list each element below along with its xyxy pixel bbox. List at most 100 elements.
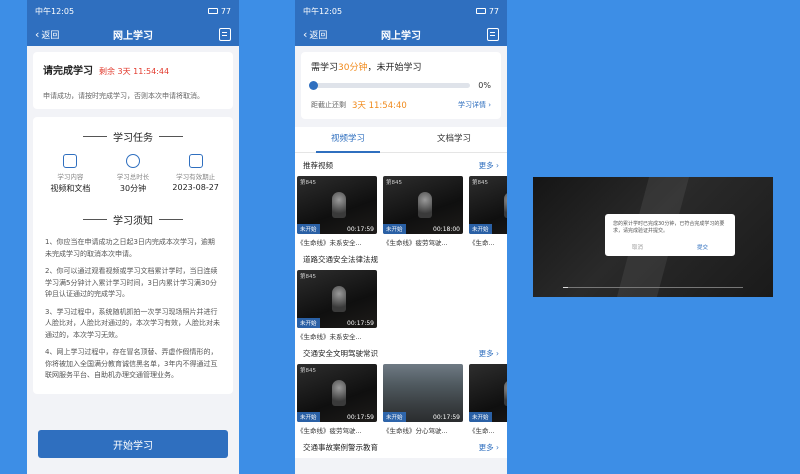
more-link[interactable]: 更多 › [479, 160, 499, 171]
divider [159, 219, 183, 220]
video-duration: 00:17:59 [347, 414, 374, 421]
apply-message: 申请成功，请按时完成学习，否则本次申请将取消。 [43, 92, 204, 100]
document-icon[interactable] [219, 27, 231, 41]
apply-title-row: 请完成学习 剩余 3天 11:54:44 [43, 62, 223, 77]
notice-item: 2、你可以通过观看视频或学习文档累计学时，当日连续学习满5分钟计入累计学习时间，… [45, 267, 218, 298]
signal-icon [207, 8, 218, 14]
video-duration: 00:17:59 [347, 226, 374, 233]
battery-level: 77 [220, 6, 231, 16]
notice-list: 1、你应当在申请成功之日起3日内完成本次学习，逾期未完成学习的取消本次申请。 2… [39, 237, 227, 382]
task-item-deadline: 学习有效期止 2023-08-27 [166, 154, 226, 194]
video-card[interactable]: 第845 未开始 00:17:59 《生命线》未系安全... [297, 270, 377, 341]
video-card[interactable]: 第845 未开始 00:17:59 《生命线》疲劳驾驶... [297, 364, 377, 435]
back-label: 返回 [309, 30, 328, 41]
video-card[interactable]: 未开始00:1 《生命... [469, 364, 507, 435]
video-thumbnail: 第845 未开始 00:17:59 [297, 364, 377, 422]
status-icons: 77 [207, 6, 231, 16]
chevron-left-icon: ‹ [35, 27, 40, 41]
tab-document[interactable]: 文档学习 [401, 127, 507, 152]
episode-number: 第845 [300, 274, 316, 280]
divider [83, 136, 107, 137]
progress-percent: 0% [478, 81, 491, 90]
dialog-cancel-button[interactable]: 取消 [632, 243, 643, 251]
task-label: 学习有效期止 [176, 173, 216, 181]
category-header: 交通事故案例警示教育 更多 › [295, 435, 507, 458]
video-card[interactable]: 第845未开始00:1《生命... [469, 176, 507, 247]
video-title: 《生命线》未系安全... [297, 333, 362, 341]
status-time: 中午12:05 [303, 6, 343, 16]
category-header: 推荐视频 更多 › [295, 153, 507, 176]
video-row: 第845 未开始 00:17:59 《生命线》疲劳驾驶... 未开始 00:17:59 《生… [295, 364, 507, 435]
task-value: 30分钟 [119, 184, 147, 193]
task-card: 学习任务 学习内容 视频和文档 学习总时长 30分钟 学习有效期止 2023-0… [33, 117, 233, 394]
divider [83, 219, 107, 220]
dialog-message: 您的累计学时已完成30分钟，已符合完成学习的要求，请完成验证并提交。 [613, 221, 725, 234]
task-label: 学习内容 [57, 173, 84, 181]
completion-dialog: 您的累计学时已完成30分钟，已符合完成学习的要求，请完成验证并提交。 取消 提交 [605, 214, 735, 256]
back-button[interactable]: ‹ 返回 [303, 28, 327, 41]
thumbnail-figure [332, 286, 346, 312]
category-header: 交通安全文明驾驶常识 更多 › [295, 341, 507, 364]
status-icons: 77 [475, 6, 499, 16]
video-title: 《生命线》未系安全... [297, 239, 362, 247]
thumbnail-figure [504, 192, 507, 218]
progress-title: 需学习30分钟，未开始学习 [311, 60, 491, 73]
video-row: 第845 未开始 00:17:59 《生命线》未系安全... 第845 未开始 00:18:… [295, 176, 507, 247]
category-title: 交通事故案例警示教育 [303, 443, 378, 452]
more-link[interactable]: 更多 › [479, 442, 499, 453]
status-badge: 未开始 [469, 412, 492, 422]
thumbnail-figure [332, 380, 346, 406]
category-title: 推荐视频 [303, 161, 333, 170]
video-seek-bar[interactable] [563, 286, 743, 288]
video-duration: 00:18:00 [433, 226, 460, 233]
video-thumbnail: 第845 未开始 00:18:00 [383, 176, 463, 234]
category-title: 交通安全文明驾驶常识 [303, 349, 378, 358]
tab-bar: 视频学习 文档学习 [295, 127, 507, 153]
video-card[interactable]: 未开始 00:17:59 《生命线》分心驾驶... [383, 364, 463, 435]
deadline-row: 距截止还剩 3天 11:54:40 学习详情 › [311, 99, 491, 111]
nav-bar: ‹ 返回 网上学习 [295, 22, 507, 46]
episode-number: 第845 [386, 180, 402, 186]
video-thumbnail: 第845 未开始 00:17:59 [297, 270, 377, 328]
video-thumbnail: 第845 未开始 00:17:59 [297, 176, 377, 234]
video-card[interactable]: 第845 未开始 00:18:00 《生命线》疲劳驾驶... [383, 176, 463, 247]
calendar-icon [188, 154, 203, 168]
video-played [563, 286, 569, 288]
video-duration: 00:17:59 [347, 320, 374, 327]
nav-bar: ‹ 返回 网上学习 [27, 22, 239, 46]
status-badge: 未开始 [469, 224, 492, 234]
video-duration: 00:17:59 [433, 414, 460, 421]
dialog-submit-button[interactable]: 提交 [697, 243, 708, 251]
status-badge: 未开始 [297, 224, 320, 234]
video-thumbnail: 未开始 00:17:59 [383, 364, 463, 422]
start-learning-button[interactable]: 开始学习 [38, 430, 228, 458]
tab-video[interactable]: 视频学习 [295, 127, 401, 153]
video-card[interactable]: 第845 未开始 00:17:59 《生命线》未系安全... [297, 176, 377, 247]
video-player[interactable]: 您的累计学时已完成30分钟，已符合完成学习的要求，请完成验证并提交。 取消 提交 [533, 177, 773, 297]
episode-number: 第845 [472, 180, 488, 186]
back-button[interactable]: ‹ 返回 [35, 28, 59, 41]
notice-section-title: 学习须知 [39, 212, 227, 227]
video-row: 第845 未开始 00:17:59 《生命线》未系安全... [295, 270, 507, 341]
document-icon[interactable] [487, 27, 499, 41]
apply-screen: 中午12:05 77 ‹ 返回 网上学习 请完成学习 剩余 3天 11:54:4… [27, 0, 239, 474]
divider [159, 136, 183, 137]
more-link[interactable]: 更多 › [479, 348, 499, 359]
study-detail-link[interactable]: 学习详情 › [458, 100, 491, 110]
video-title: 《生命... [469, 239, 495, 247]
battery-level: 77 [488, 6, 499, 16]
progress-bar [309, 81, 471, 90]
clock-icon [125, 154, 140, 168]
progress-row: 0% [309, 81, 491, 90]
task-value: 视频和文档 [50, 184, 91, 193]
video-thumbnail: 第845未开始00:1 [469, 176, 507, 234]
task-item-duration: 学习总时长 30分钟 [103, 154, 163, 194]
category-title: 道路交通安全法律法规 [303, 255, 378, 264]
notice-item: 1、你应当在申请成功之日起3日内完成本次学习，逾期未完成学习的取消本次申请。 [45, 238, 215, 258]
thumbnail-figure [504, 380, 507, 406]
status-bar: 中午12:05 77 [27, 0, 239, 22]
status-bar: 中午12:05 77 [295, 0, 507, 22]
episode-number: 第845 [300, 368, 316, 374]
progress-minutes: 30分钟 [338, 63, 368, 73]
thumbnail-figure [418, 192, 432, 218]
